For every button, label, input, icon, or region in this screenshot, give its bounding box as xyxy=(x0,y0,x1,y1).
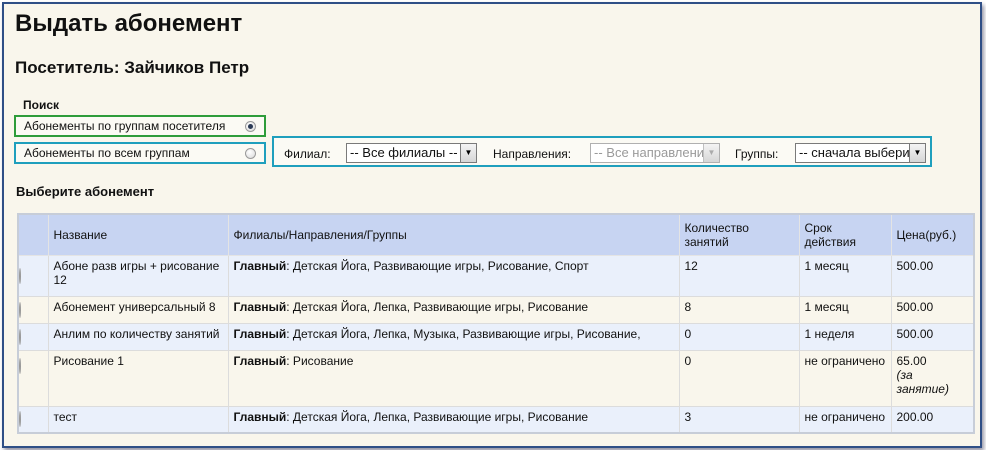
branch-name: Главный xyxy=(233,326,287,341)
cell-price: 500.00 xyxy=(890,254,975,297)
direction-select: -- Все направления -- ▼ xyxy=(590,143,720,163)
groups-list: : Детская Йога, Лепка, Развивающие игры,… xyxy=(286,409,589,424)
groups-select-value: -- сначала выберите xyxy=(799,145,923,160)
branch-select[interactable]: -- Все филиалы -- ▼ xyxy=(346,143,477,163)
cell-name: Абонемент универсальный 8 xyxy=(47,295,229,324)
price-value: 500.00 xyxy=(896,326,934,341)
radio-icon[interactable] xyxy=(19,328,21,345)
direction-select-value: -- Все направления -- xyxy=(594,145,720,160)
table-row[interactable]: Рисование 1 Главный: Рисование 0 не огра… xyxy=(17,349,975,407)
cell-name: Рисование 1 xyxy=(47,349,229,407)
option-visitor-groups-label: Абонементы по группам посетителя xyxy=(24,119,226,133)
header-count: Количество занятий xyxy=(678,213,800,256)
price-note: (за занятие) xyxy=(896,367,949,396)
cell-term: не ограничено xyxy=(798,405,892,434)
cell-name: тест xyxy=(47,405,229,434)
branch-select-value: -- Все филиалы -- xyxy=(350,145,458,160)
row-select-cell[interactable] xyxy=(17,349,49,407)
cell-term: не ограничено xyxy=(798,349,892,407)
cell-price: 500.00 xyxy=(890,322,975,351)
groups-list: : Детская Йога, Развивающие игры, Рисова… xyxy=(286,258,589,273)
option-all-groups[interactable]: Абонементы по всем группам xyxy=(14,142,266,164)
cell-term: 1 месяц xyxy=(798,254,892,297)
cell-price: 500.00 xyxy=(890,295,975,324)
header-term: Срок действия xyxy=(798,213,892,256)
table-row[interactable]: Абонемент универсальный 8 Главный: Детск… xyxy=(17,295,975,324)
radio-icon[interactable] xyxy=(19,267,21,284)
cell-groups: Главный: Рисование xyxy=(227,349,680,407)
cell-price: 200.00 xyxy=(890,405,975,434)
cell-count: 0 xyxy=(678,322,800,351)
cell-name: Абоне разв игры + рисование 12 xyxy=(47,254,229,297)
row-select-cell[interactable] xyxy=(17,322,49,351)
branch-label: Филиал: xyxy=(284,147,331,161)
radio-icon[interactable] xyxy=(19,301,21,318)
cell-count: 12 xyxy=(678,254,800,297)
cell-price: 65.00 (за занятие) xyxy=(890,349,975,407)
cell-groups: Главный: Детская Йога, Лепка, Развивающи… xyxy=(227,295,680,324)
page-frame: Выдать абонемент Посетитель: Зайчиков Пе… xyxy=(2,2,982,448)
groups-list: : Детская Йога, Лепка, Развивающие игры,… xyxy=(286,299,589,314)
choose-subscription-label: Выберите абонемент xyxy=(16,184,155,199)
groups-list: : Детская Йога, Лепка, Музыка, Развивающ… xyxy=(286,326,641,341)
cell-term: 1 неделя xyxy=(798,322,892,351)
subscriptions-table: Название Филиалы/Направления/Группы Коли… xyxy=(17,213,975,434)
cell-count: 3 xyxy=(678,405,800,434)
groups-list: : Рисование xyxy=(286,353,354,368)
branch-name: Главный xyxy=(233,299,287,314)
price-value: 500.00 xyxy=(896,258,934,273)
row-select-cell[interactable] xyxy=(17,405,49,434)
radio-icon[interactable] xyxy=(19,411,21,428)
header-name: Название xyxy=(47,213,229,256)
price-value: 500.00 xyxy=(896,299,934,314)
filter-panel: Филиал: -- Все филиалы -- ▼ Направления:… xyxy=(272,136,932,167)
chevron-down-icon[interactable]: ▼ xyxy=(460,144,476,162)
groups-select[interactable]: -- сначала выберите ▼ xyxy=(795,143,926,163)
page-title: Выдать абонемент xyxy=(15,10,243,37)
row-select-cell[interactable] xyxy=(17,295,49,324)
cell-count: 0 xyxy=(678,349,800,407)
chevron-down-icon[interactable]: ▼ xyxy=(909,144,925,162)
chevron-down-icon: ▼ xyxy=(703,144,719,162)
radio-icon[interactable] xyxy=(245,120,256,132)
option-visitor-groups[interactable]: Абонементы по группам посетителя xyxy=(14,115,266,137)
table-row[interactable]: тест Главный: Детская Йога, Лепка, Разви… xyxy=(17,405,975,434)
cell-name: Анлим по количеству занятий xyxy=(47,322,229,351)
groups-label: Группы: xyxy=(735,147,779,161)
row-select-cell[interactable] xyxy=(17,254,49,297)
header-groups: Филиалы/Направления/Группы xyxy=(227,213,680,256)
table-row[interactable]: Абоне разв игры + рисование 12 Главный: … xyxy=(17,254,975,297)
branch-name: Главный xyxy=(233,258,287,273)
cell-groups: Главный: Детская Йога, Лепка, Музыка, Ра… xyxy=(227,322,680,351)
table-row[interactable]: Анлим по количеству занятий Главный: Дет… xyxy=(17,322,975,351)
branch-name: Главный xyxy=(233,409,287,424)
header-select-column xyxy=(17,213,49,256)
cell-groups: Главный: Детская Йога, Лепка, Развивающи… xyxy=(227,405,680,434)
visitor-title: Посетитель: Зайчиков Петр xyxy=(15,58,250,77)
header-price: Цена(руб.) xyxy=(890,213,975,256)
radio-icon[interactable] xyxy=(245,147,256,159)
cell-term: 1 месяц xyxy=(798,295,892,324)
price-value: 65.00 xyxy=(896,353,927,368)
price-value: 200.00 xyxy=(896,409,934,424)
radio-icon[interactable] xyxy=(19,357,21,374)
cell-count: 8 xyxy=(678,295,800,324)
table-header-row: Название Филиалы/Направления/Группы Коли… xyxy=(17,213,975,256)
option-all-groups-label: Абонементы по всем группам xyxy=(24,146,190,160)
search-label: Поиск xyxy=(23,98,60,112)
direction-label: Направления: xyxy=(493,147,572,161)
cell-groups: Главный: Детская Йога, Развивающие игры,… xyxy=(227,254,680,297)
branch-name: Главный xyxy=(233,353,287,368)
